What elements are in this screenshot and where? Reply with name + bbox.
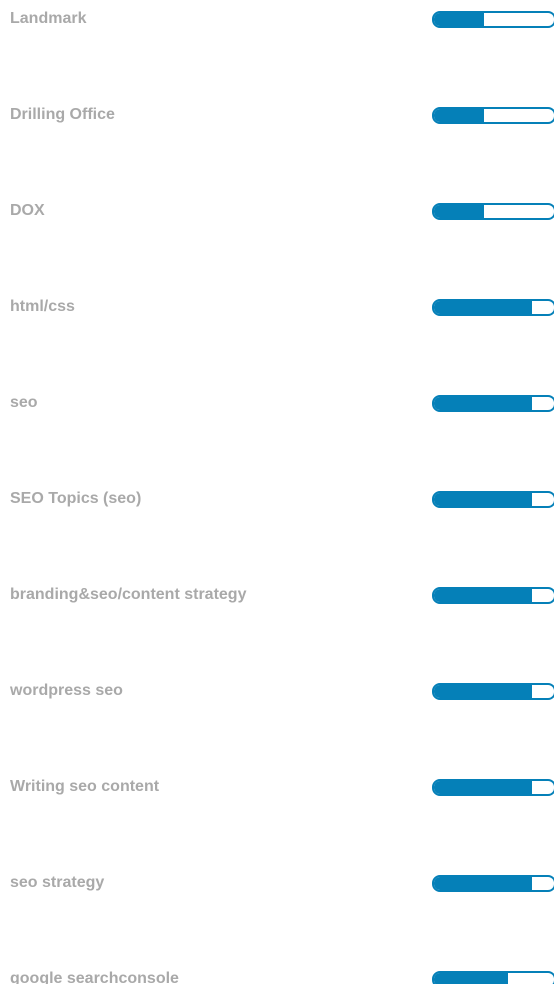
skill-progress-bar	[432, 779, 554, 796]
skill-progress-fill	[434, 109, 485, 122]
skill-progress-fill	[434, 397, 533, 410]
skill-row: Landmark	[0, 9, 554, 33]
skill-row: html/css	[0, 297, 554, 321]
skill-progress-bar	[432, 11, 554, 28]
skill-label: branding&seo/content strategy	[10, 586, 247, 603]
skill-progress-bar	[432, 683, 554, 700]
skill-label: html/css	[10, 298, 75, 315]
skill-progress-fill	[434, 13, 485, 26]
skill-progress-bar	[432, 491, 554, 508]
skill-progress-fill	[434, 301, 533, 314]
skill-progress-fill	[434, 877, 533, 890]
skill-progress-fill	[434, 589, 533, 602]
skill-row: Drilling Office	[0, 105, 554, 129]
skill-progress-fill	[434, 493, 533, 506]
skill-row: branding&seo/content strategy	[0, 585, 554, 609]
skill-row: wordpress seo	[0, 681, 554, 705]
skill-progress-bar	[432, 203, 554, 220]
skill-progress-bar	[432, 587, 554, 604]
skill-row: seo	[0, 393, 554, 417]
skill-label: Landmark	[10, 10, 87, 27]
skill-label: seo strategy	[10, 874, 105, 891]
skill-progress-fill	[434, 685, 533, 698]
skills-list: Landmark Drilling Office DOX html/css se…	[0, 0, 554, 984]
skill-label: wordpress seo	[10, 682, 123, 699]
skill-label: SEO Topics (seo)	[10, 490, 142, 507]
skill-progress-fill	[434, 205, 485, 218]
skill-progress-bar	[432, 299, 554, 316]
skill-label: seo	[10, 394, 38, 411]
skill-row: DOX	[0, 201, 554, 225]
skill-label: DOX	[10, 202, 45, 219]
skill-progress-fill	[434, 973, 509, 984]
skill-row: Writing seo content	[0, 777, 554, 801]
skill-label: Writing seo content	[10, 778, 160, 795]
skill-row: google searchconsole	[0, 969, 554, 984]
skill-progress-bar	[432, 107, 554, 124]
skill-label: google searchconsole	[10, 970, 179, 984]
skill-progress-bar	[432, 875, 554, 892]
skill-progress-fill	[434, 781, 533, 794]
skill-label: Drilling Office	[10, 106, 115, 123]
skill-row: SEO Topics (seo)	[0, 489, 554, 513]
skill-row: seo strategy	[0, 873, 554, 897]
skill-progress-bar	[432, 971, 554, 984]
skill-progress-bar	[432, 395, 554, 412]
